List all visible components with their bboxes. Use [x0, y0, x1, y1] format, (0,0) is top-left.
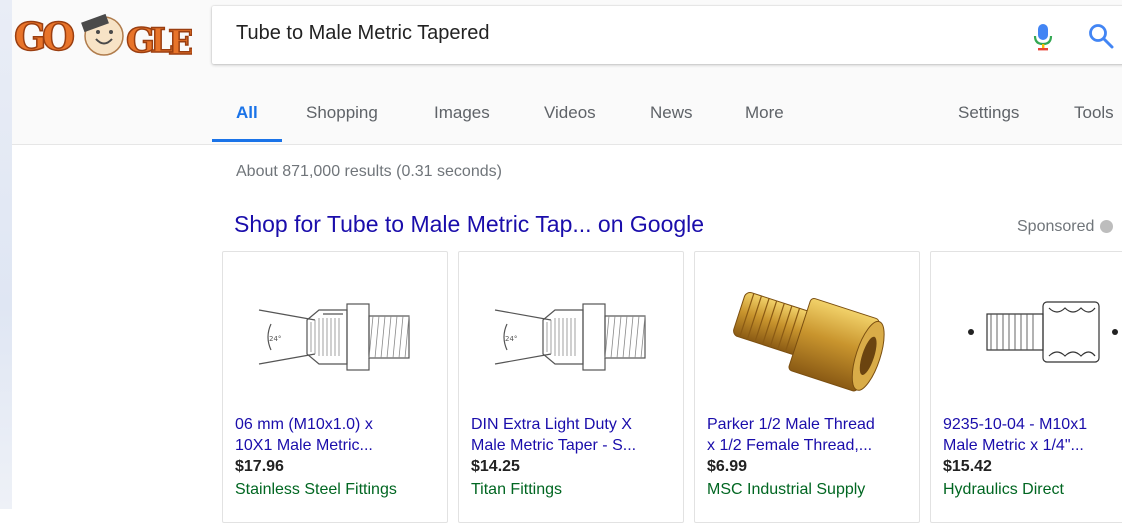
google-doodle-logo[interactable]: G O G L E	[12, 6, 192, 64]
sponsored-text: Sponsored	[1017, 218, 1095, 235]
tab-tools[interactable]: Tools	[1074, 103, 1114, 123]
product-seller: Hydraulics Direct	[943, 481, 1064, 498]
svg-text:24°: 24°	[505, 335, 517, 343]
product-seller: Stainless Steel Fittings	[235, 481, 397, 498]
search-box[interactable]: Tube to Male Metric Tapered	[212, 6, 1122, 64]
product-price: $14.25	[471, 458, 520, 475]
product-card[interactable]: 24° DIN Extra Light Duty X Male Metric T…	[458, 251, 684, 523]
svg-text:E: E	[168, 23, 192, 63]
product-seller: Titan Fittings	[471, 481, 562, 498]
product-title[interactable]: 06 mm (M10x1.0) x 10X1 Male Metric...	[235, 414, 440, 456]
active-tab-indicator	[212, 139, 282, 142]
search-header: G O G L E Tube to Male Metric Tapered Al…	[12, 0, 1122, 145]
fitting-schematic-icon	[968, 301, 1118, 363]
tab-more[interactable]: More	[745, 103, 784, 123]
product-card[interactable]: 9235-10-04 - M10x1 Male Metric x 1/4"...…	[930, 251, 1122, 523]
result-stats: About 871,000 results (0.31 seconds)	[236, 163, 502, 180]
tab-shopping[interactable]: Shopping	[306, 103, 378, 123]
product-price: $15.42	[943, 458, 992, 475]
search-input[interactable]: Tube to Male Metric Tapered	[236, 22, 489, 45]
product-title[interactable]: Parker 1/2 Male Thread x 1/2 Female Thre…	[707, 414, 912, 456]
info-icon[interactable]	[1100, 220, 1114, 233]
product-title[interactable]: 9235-10-04 - M10x1 Male Metric x 1/4"...	[943, 414, 1122, 456]
svg-text:24°: 24°	[269, 335, 281, 343]
svg-text:O: O	[42, 14, 75, 59]
tab-images[interactable]: Images	[434, 103, 490, 123]
tab-news[interactable]: News	[650, 103, 693, 123]
microphone-icon[interactable]	[1032, 22, 1054, 52]
sponsored-label: Sponsored	[1017, 218, 1114, 236]
tab-videos[interactable]: Videos	[544, 103, 596, 123]
product-price: $17.96	[235, 458, 284, 475]
search-tabs: All Shopping Images Videos News More Set…	[212, 90, 1122, 144]
product-title[interactable]: DIN Extra Light Duty X Male Metric Taper…	[471, 414, 676, 456]
product-seller: MSC Industrial Supply	[707, 481, 866, 498]
tube-fitting-drawing-icon: 24°	[494, 303, 646, 371]
window-left-edge	[0, 0, 12, 509]
tab-all[interactable]: All	[236, 103, 258, 123]
brass-adapter-icon	[733, 292, 885, 392]
shopping-ads-title[interactable]: Shop for Tube to Male Metric Tap... on G…	[234, 211, 704, 238]
tube-fitting-drawing-icon: 24°	[258, 303, 410, 371]
product-price: $6.99	[707, 458, 748, 475]
product-card[interactable]: 24° 06 mm (M10x1.0) x 10X1 Male Metric..…	[222, 251, 448, 523]
tab-settings[interactable]: Settings	[958, 103, 1019, 123]
product-card[interactable]: Parker 1/2 Male Thread x 1/2 Female Thre…	[694, 251, 920, 523]
search-icon[interactable]	[1088, 23, 1114, 49]
